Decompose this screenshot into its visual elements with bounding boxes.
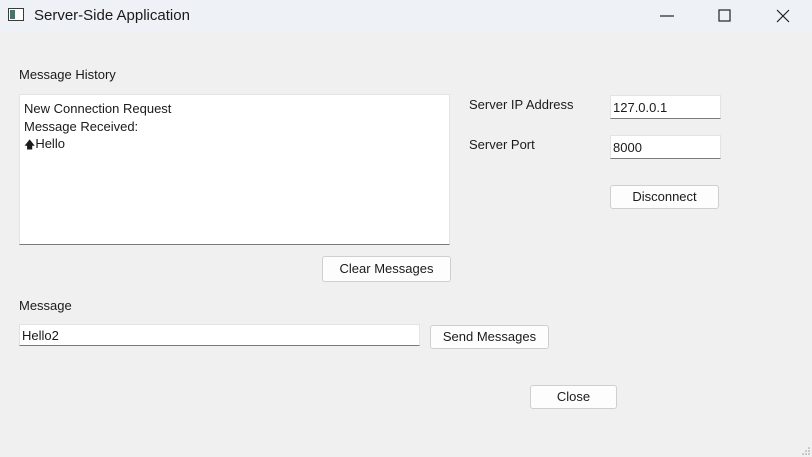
server-port-field[interactable]	[610, 135, 721, 159]
title-bar: Server-Side Application	[0, 0, 812, 32]
server-ip-label: Server IP Address	[469, 97, 574, 112]
clear-messages-button[interactable]: Clear Messages	[322, 256, 451, 282]
message-history-box[interactable]: New Connection Request Message Received:…	[19, 94, 450, 245]
minimize-icon	[660, 15, 674, 17]
window-title: Server-Side Application	[34, 7, 190, 24]
close-button[interactable]: Close	[530, 385, 617, 409]
message-input[interactable]	[19, 324, 420, 346]
resize-grip-icon[interactable]	[802, 447, 810, 455]
close-icon	[776, 9, 790, 23]
up-arrow-icon: 🡅	[24, 139, 36, 151]
disconnect-button[interactable]: Disconnect	[610, 185, 719, 209]
send-messages-button[interactable]: Send Messages	[430, 325, 549, 349]
history-line: Message Received:	[24, 118, 139, 134]
maximize-icon	[718, 9, 731, 22]
maximize-button[interactable]	[702, 0, 748, 32]
minimize-button[interactable]	[644, 0, 690, 32]
history-line-text: Hello	[35, 136, 65, 151]
history-line: New Connection Request	[24, 101, 172, 116]
app-icon	[8, 8, 24, 21]
server-port-label: Server Port	[469, 137, 535, 152]
message-label: Message	[19, 298, 72, 313]
server-ip-field[interactable]	[610, 95, 721, 119]
close-window-button[interactable]	[760, 0, 806, 32]
history-line: 🡅Hello	[24, 135, 445, 155]
message-history-label: Message History	[19, 67, 116, 82]
